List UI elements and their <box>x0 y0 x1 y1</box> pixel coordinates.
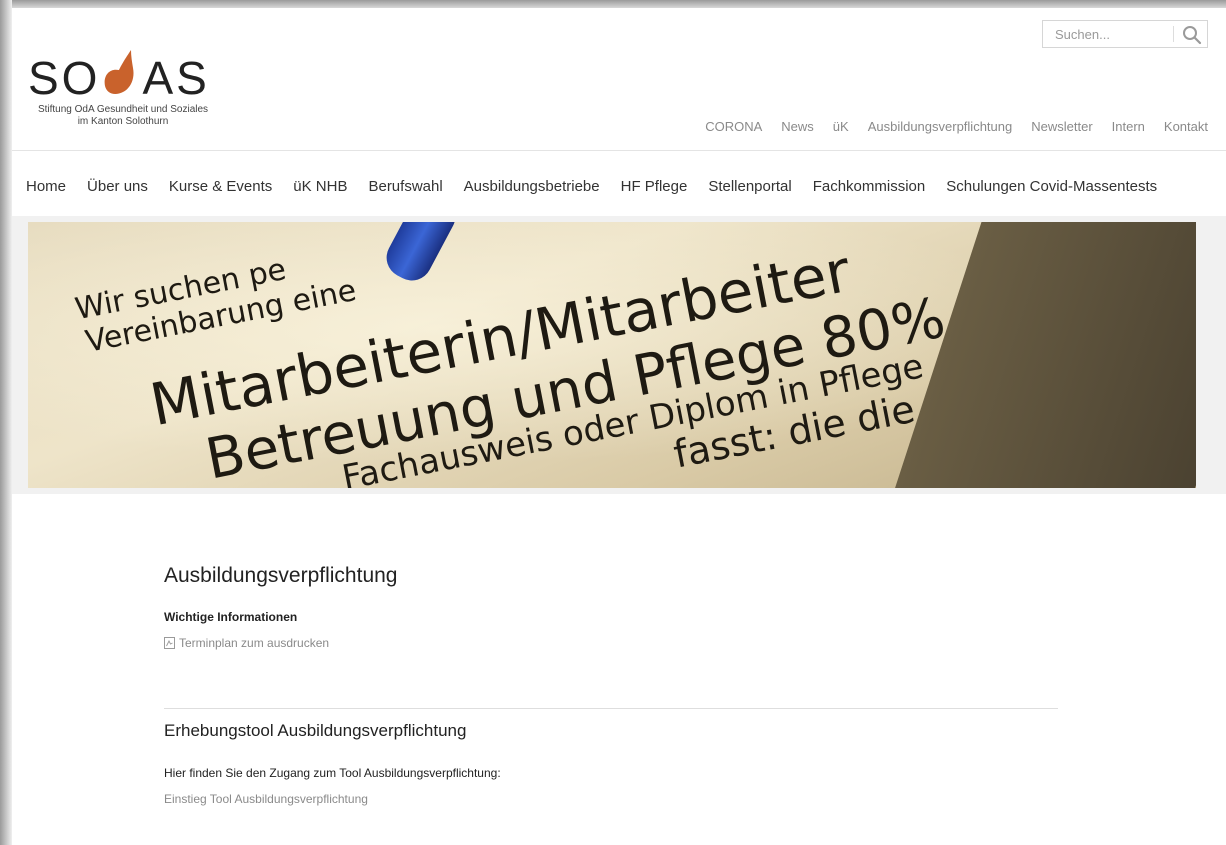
top-nav-kontakt[interactable]: Kontakt <box>1164 119 1208 134</box>
window-frame-top <box>0 0 1226 8</box>
logo-subtitle-line1: Stiftung OdA Gesundheit und Soziales <box>37 104 209 115</box>
logo-subtitle: Stiftung OdA Gesundheit und Soziales im … <box>28 104 218 128</box>
header-divider <box>12 150 1226 151</box>
pdf-link-label: Terminplan zum ausdrucken <box>179 636 330 650</box>
logo-word-left: SO <box>28 52 101 104</box>
page: SO AS Stiftung OdA Gesundheit und Sozial… <box>12 8 1226 845</box>
logo-leaf-icon <box>105 50 134 94</box>
search-separator <box>1173 26 1174 42</box>
top-nav-corona[interactable]: CORONA <box>705 119 762 134</box>
content-divider <box>164 708 1058 709</box>
tool-entry-link[interactable]: Einstieg Tool Ausbildungsverpflichtung <box>164 792 368 806</box>
page-title: Ausbildungsverpflichtung <box>164 564 398 587</box>
section-title: Erhebungstool Ausbildungsverpflichtung <box>164 721 467 740</box>
logo-subtitle-line2: im Kanton Solothurn <box>77 116 169 127</box>
logo-word-right: AS <box>142 52 210 104</box>
window-frame-left <box>0 0 12 845</box>
top-nav-uk[interactable]: üK <box>833 119 849 134</box>
top-nav-news[interactable]: News <box>781 119 814 134</box>
search-input[interactable] <box>1043 21 1173 47</box>
main-nav-stellenportal[interactable]: Stellenportal <box>708 178 791 195</box>
top-nav-intern[interactable]: Intern <box>1112 119 1145 134</box>
section-subtitle: Wichtige Informationen <box>164 610 298 624</box>
main-nav-kurse-events[interactable]: Kurse & Events <box>169 178 272 195</box>
section-paragraph: Hier finden Sie den Zugang zum Tool Ausb… <box>164 766 501 780</box>
top-nav: CORONA News üK Ausbildungsverpflichtung … <box>686 119 1208 134</box>
search-box <box>1042 20 1208 48</box>
main-nav-home[interactable]: Home <box>26 178 66 195</box>
logo-wordmark: SO AS <box>28 48 210 101</box>
main-nav: Home Über uns Kurse & Events üK NHB Beru… <box>26 178 1178 195</box>
top-nav-newsletter[interactable]: Newsletter <box>1031 119 1092 134</box>
pdf-file-icon <box>164 637 175 649</box>
top-nav-ausbildungsverpflichtung[interactable]: Ausbildungsverpflichtung <box>868 119 1013 134</box>
main-nav-schulungen[interactable]: Schulungen Covid-Massentests <box>946 178 1157 195</box>
main-nav-uk-nhb[interactable]: üK NHB <box>293 178 347 195</box>
pdf-download-link[interactable]: Terminplan zum ausdrucken <box>164 636 329 650</box>
main-nav-hf-pflege[interactable]: HF Pflege <box>621 178 688 195</box>
search-icon[interactable] <box>1181 24 1203 46</box>
main-nav-ueber-uns[interactable]: Über uns <box>87 178 148 195</box>
main-nav-berufswahl[interactable]: Berufswahl <box>368 178 442 195</box>
site-logo[interactable]: SO AS Stiftung OdA Gesundheit und Sozial… <box>28 22 228 132</box>
main-nav-fachkommission[interactable]: Fachkommission <box>813 178 926 195</box>
hero-image: Wir suchen pe Vereinbarung eine Mitarbei… <box>28 222 1196 488</box>
main-nav-ausbildungsbetriebe[interactable]: Ausbildungsbetriebe <box>464 178 600 195</box>
